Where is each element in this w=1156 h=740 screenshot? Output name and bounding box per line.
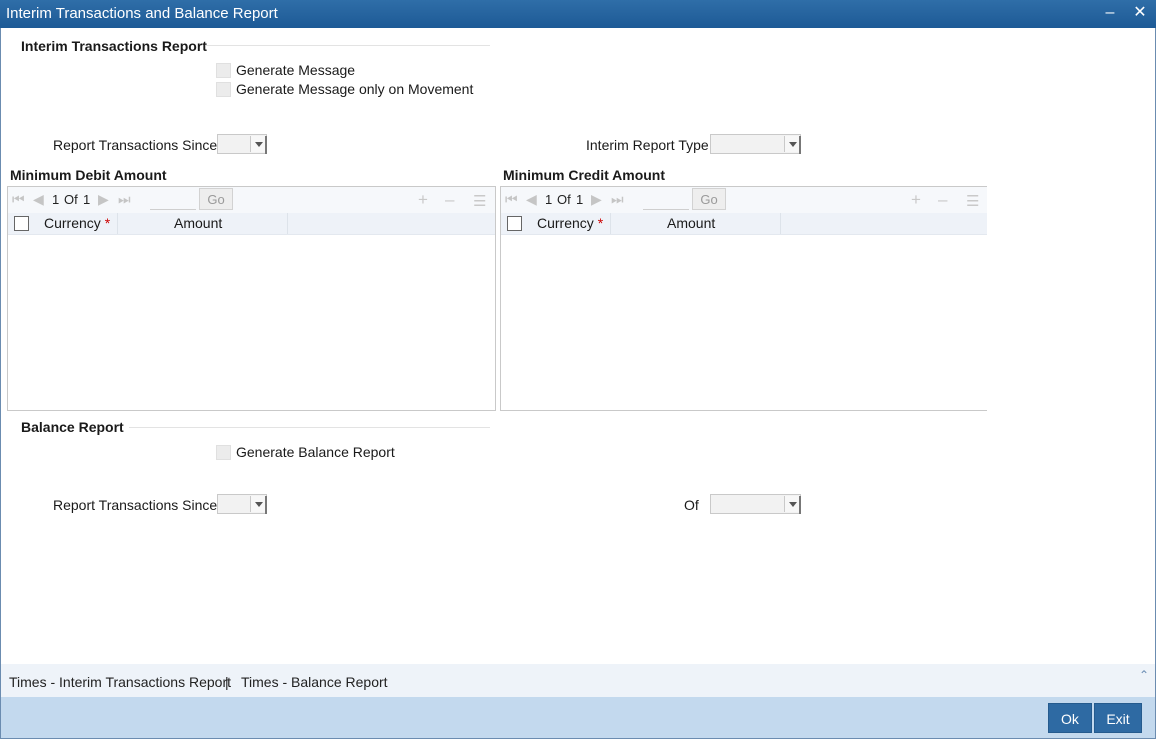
close-icon[interactable]: ✕ [1131, 4, 1149, 22]
balance-of-label: Of [684, 497, 699, 513]
balance-report-since-select[interactable] [217, 494, 267, 514]
credit-col-amount: Amount [667, 215, 716, 231]
window-title: Interim Transactions and Balance Report [6, 5, 278, 22]
first-page-icon[interactable]: ⏮ [505, 191, 518, 208]
select-shadow [265, 136, 267, 154]
debit-col-currency: Currency * [44, 215, 111, 231]
footer-button-bar: Ok Exit [1, 697, 1155, 738]
prev-page-icon[interactable]: ◀ [33, 191, 44, 208]
report-since-select[interactable] [217, 134, 267, 154]
next-page-icon[interactable]: ▶ [591, 191, 602, 208]
window-titlebar: Interim Transactions and Balance Report … [0, 0, 1156, 28]
credit-page-current: 1 [545, 192, 553, 207]
select-shadow [799, 496, 801, 514]
debit-page-input[interactable] [150, 191, 196, 210]
credit-section-heading: Minimum Credit Amount [503, 167, 666, 183]
next-page-icon[interactable]: ▶ [98, 191, 109, 208]
balance-report-since-label: Report Transactions Since [53, 497, 218, 513]
debit-col-amount: Amount [174, 215, 223, 231]
add-row-icon[interactable]: + [911, 190, 921, 210]
credit-select-all-checkbox[interactable] [507, 216, 522, 231]
delete-row-icon[interactable]: – [938, 190, 947, 210]
delete-row-icon[interactable]: – [445, 190, 454, 210]
first-page-icon[interactable]: ⏮ [12, 191, 25, 208]
debit-section-heading: Minimum Debit Amount [10, 167, 167, 183]
select-shadow [265, 496, 267, 514]
link-interim-transactions-report[interactable]: Times - Interim Transactions Report [9, 674, 231, 690]
debit-page-total: 1 [83, 192, 91, 207]
credit-page-input[interactable] [643, 191, 689, 210]
debit-grid-toolbar: ⏮ ◀ 1 Of 1 ▶ ⏭ Go + – ☰ [8, 187, 495, 213]
chevron-down-icon [250, 136, 265, 152]
footer-links-bar: Times - Interim Transactions Report | Ti… [1, 664, 1155, 697]
chevron-up-icon[interactable]: ⌃ [1139, 668, 1149, 682]
generate-message-label: Generate Message [236, 62, 356, 78]
column-separator [780, 213, 781, 234]
credit-page-of: Of [557, 192, 571, 207]
chevron-down-icon [250, 496, 265, 512]
debit-grid-header: Currency * Amount [8, 213, 495, 235]
ok-button[interactable]: Ok [1048, 703, 1092, 733]
generate-message-checkbox[interactable] [216, 63, 231, 78]
select-shadow [799, 136, 801, 154]
chevron-down-icon [784, 136, 799, 152]
generate-message-movement-label: Generate Message only on Movement [236, 81, 474, 97]
credit-grid-toolbar: ⏮ ◀ 1 Of 1 ▶ ⏭ Go + – ☰ [501, 187, 987, 213]
last-page-icon[interactable]: ⏭ [118, 191, 131, 208]
prev-page-icon[interactable]: ◀ [526, 191, 537, 208]
debit-select-all-checkbox[interactable] [14, 216, 29, 231]
balance-section-divider [129, 427, 490, 428]
interim-section-heading: Interim Transactions Report [21, 38, 207, 54]
link-balance-report[interactable]: Times - Balance Report [241, 674, 388, 690]
minimize-icon[interactable]: ‒ [1101, 4, 1119, 22]
column-separator [610, 213, 611, 234]
credit-grid-header: Currency * Amount [501, 213, 987, 235]
debit-grid: ⏮ ◀ 1 Of 1 ▶ ⏭ Go + – ☰ Currency * Amoun… [7, 186, 496, 411]
interim-report-type-label: Interim Report Type [586, 137, 709, 153]
credit-col-currency: Currency * [537, 215, 604, 231]
balance-section-heading: Balance Report [21, 419, 124, 435]
link-separator: | [225, 674, 229, 690]
column-separator [287, 213, 288, 234]
chevron-down-icon [784, 496, 799, 512]
debit-page-of: Of [64, 192, 78, 207]
last-page-icon[interactable]: ⏭ [611, 191, 624, 208]
credit-go-button[interactable]: Go [692, 188, 726, 210]
column-separator [117, 213, 118, 234]
debit-page-current: 1 [52, 192, 60, 207]
add-row-icon[interactable]: + [418, 190, 428, 210]
report-since-label: Report Transactions Since [53, 137, 218, 153]
generate-balance-checkbox[interactable] [216, 445, 231, 460]
generate-message-movement-checkbox[interactable] [216, 82, 231, 97]
exit-button[interactable]: Exit [1094, 703, 1142, 733]
list-view-icon[interactable]: ☰ [966, 192, 979, 210]
interim-section-divider [206, 45, 490, 46]
generate-balance-label: Generate Balance Report [236, 444, 395, 460]
dialog-body: Interim Transactions Report Generate Mes… [0, 28, 1156, 739]
interim-report-type-select[interactable] [710, 134, 801, 154]
credit-grid: ⏮ ◀ 1 Of 1 ▶ ⏭ Go + – ☰ Currency * Amoun… [500, 186, 987, 411]
debit-go-button[interactable]: Go [199, 188, 233, 210]
list-view-icon[interactable]: ☰ [473, 192, 486, 210]
balance-of-select[interactable] [710, 494, 801, 514]
credit-page-total: 1 [576, 192, 584, 207]
